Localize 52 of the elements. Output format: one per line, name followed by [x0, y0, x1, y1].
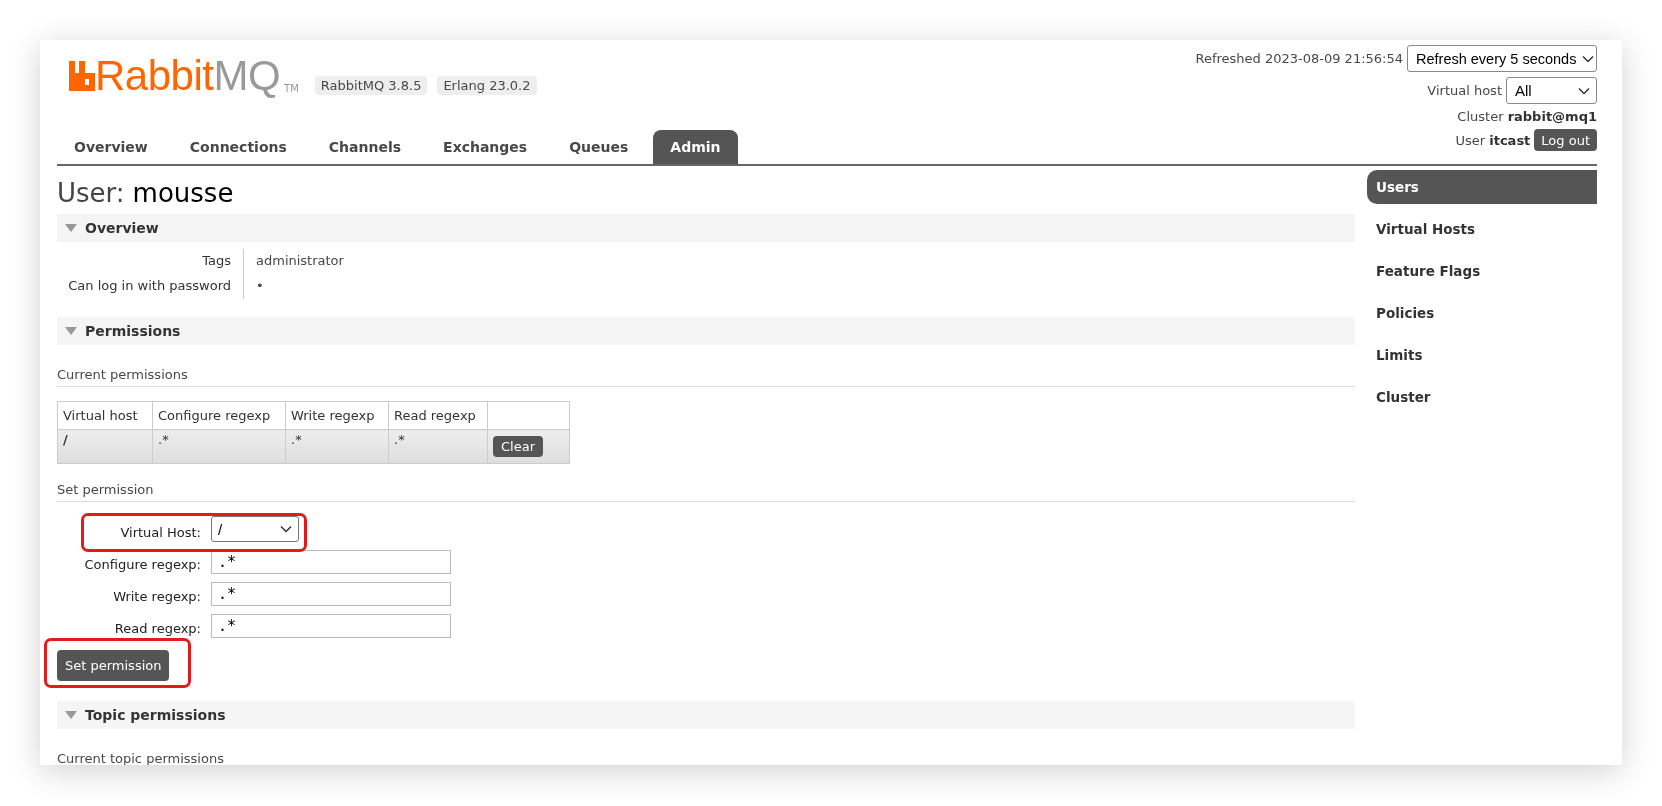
- virtual-host-label: Virtual host: [1427, 83, 1502, 98]
- field-label: Virtual Host:: [120, 525, 201, 540]
- user-text: User itcast: [1455, 132, 1531, 148]
- input-field[interactable]: .*: [211, 582, 451, 606]
- field-value: administrator: [256, 253, 344, 268]
- nav-tab[interactable]: Queues: [552, 130, 646, 164]
- version-badge: Erlang 23.0.2: [437, 76, 537, 95]
- sidebar-item[interactable]: Limits: [1367, 338, 1597, 372]
- input-field[interactable]: .*: [211, 614, 451, 638]
- trademark-text: TM: [284, 83, 299, 94]
- nav-tab[interactable]: Connections: [172, 130, 304, 164]
- field-label: Tags: [57, 249, 244, 274]
- column-header: Virtual host: [57, 401, 153, 430]
- refresh-select[interactable]: Refresh every 5 seconds: [1407, 45, 1597, 72]
- nav-tab[interactable]: Exchanges: [426, 130, 545, 164]
- refreshed-text: Refreshed 2023-08-09 21:56:54: [1195, 51, 1403, 66]
- sidebar-item[interactable]: Policies: [1367, 296, 1597, 330]
- sidebar-item[interactable]: Virtual Hosts: [1367, 212, 1597, 246]
- table-cell: .*: [285, 429, 389, 464]
- field-label: Configure regexp:: [84, 557, 201, 572]
- clear-button[interactable]: Clear: [493, 436, 543, 457]
- logout-button[interactable]: Log out: [1534, 129, 1597, 151]
- sidebar-item[interactable]: Cluster: [1367, 380, 1597, 414]
- section-header[interactable]: Permissions: [57, 317, 1355, 345]
- nav-tab[interactable]: Overview: [57, 130, 165, 164]
- column-header: Read regexp: [388, 401, 488, 430]
- logo-text: RabbitMQ: [95, 56, 281, 96]
- table-cell: /: [57, 429, 153, 464]
- input-field[interactable]: .*: [211, 550, 451, 574]
- nav-tab[interactable]: Admin: [653, 130, 738, 164]
- version-badge: RabbitMQ 3.8.5: [314, 76, 428, 95]
- subsection-heading: Current topic permissions: [57, 751, 1355, 765]
- subsection-heading: Set permission: [57, 482, 1355, 502]
- table-cell: .*: [388, 429, 488, 464]
- field-value: •: [256, 278, 264, 293]
- section-header[interactable]: Overview: [57, 214, 1355, 242]
- column-header: Configure regexp: [152, 401, 286, 430]
- set-permission-button[interactable]: Set permission: [57, 650, 170, 681]
- field-label: Write regexp:: [113, 589, 201, 604]
- sidebar-item[interactable]: Feature Flags: [1367, 254, 1597, 288]
- table-cell: .*: [152, 429, 286, 464]
- page-title: User: mousse: [57, 178, 235, 208]
- virtual-host-select[interactable]: All: [1506, 77, 1597, 104]
- column-header: Write regexp: [285, 401, 389, 430]
- subsection-heading: Current permissions: [57, 367, 1355, 387]
- virtual-host-select[interactable]: /: [211, 516, 299, 542]
- sidebar-item[interactable]: Users: [1367, 170, 1597, 204]
- field-label: Can log in with password: [57, 274, 244, 299]
- nav-tab[interactable]: Channels: [311, 130, 419, 164]
- cluster-text: Cluster rabbit@mq1: [1457, 109, 1597, 124]
- section-header[interactable]: Topic permissions: [57, 701, 1355, 729]
- field-label: Read regexp:: [114, 621, 201, 636]
